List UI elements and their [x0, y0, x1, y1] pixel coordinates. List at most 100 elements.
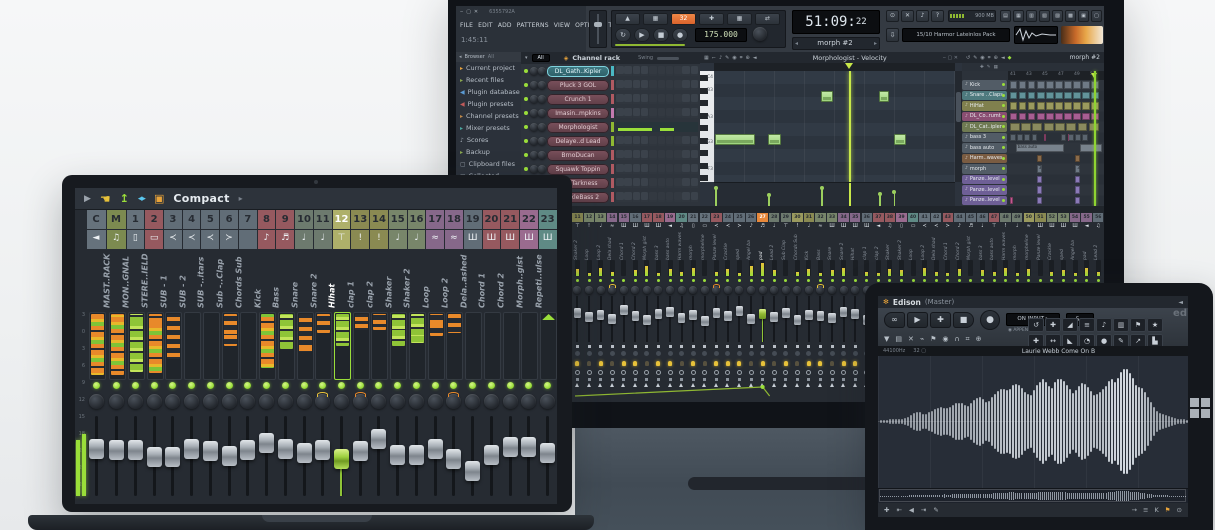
mixer-strip[interactable]: 20 Ш Chord 1	[478, 188, 501, 504]
enable-led[interactable]	[92, 382, 100, 389]
pattern-clip[interactable]	[1018, 102, 1027, 110]
fx-lamp[interactable]	[795, 361, 800, 366]
browser-item[interactable]: ◀ Plugin presets	[456, 98, 525, 110]
pattern-clip[interactable]	[1077, 123, 1088, 131]
step-cell[interactable]	[632, 66, 641, 76]
pattern-clip[interactable]	[1027, 81, 1036, 89]
strip-led[interactable]	[772, 279, 776, 282]
track-lane[interactable]	[1008, 153, 1104, 163]
rack-filter[interactable]: All	[531, 54, 550, 62]
playlist-edit-icon[interactable]: ✚	[980, 65, 984, 70]
strip-led[interactable]	[934, 279, 938, 282]
strip-knob2[interactable]	[621, 351, 627, 356]
fx-lamp[interactable]	[725, 361, 730, 366]
step-cell[interactable]	[674, 80, 682, 90]
piano-roll-tool-icon[interactable]: ♪	[719, 55, 722, 61]
strip-knob2[interactable]	[598, 351, 604, 356]
strip-fader[interactable]	[816, 311, 825, 322]
black-key[interactable]	[700, 175, 708, 181]
volume-fader[interactable]	[333, 449, 349, 469]
track-header[interactable]: ♪ bass auto	[962, 143, 1007, 153]
track-led[interactable]	[1002, 177, 1005, 181]
strip-ring[interactable]	[852, 370, 858, 375]
channel-button[interactable]: Pluck 3 GOL	[547, 79, 609, 91]
pattern-clip[interactable]	[1055, 102, 1063, 110]
mixer-strip[interactable]: 35 Ш Hihat	[849, 206, 861, 402]
playlist-edit-icon[interactable]: ✎	[987, 65, 991, 70]
mixer-strip[interactable]: M ♫ MAST..RACK	[103, 188, 126, 504]
step-cell[interactable]	[682, 192, 690, 202]
browser-item[interactable]: ▢ Clipboard files	[456, 158, 525, 170]
pattern-clip[interactable]	[1036, 196, 1042, 204]
channel-color-chip[interactable]	[611, 178, 614, 188]
pan-knob[interactable]	[184, 394, 200, 409]
strip-knob2[interactable]	[679, 351, 685, 356]
strip-led[interactable]	[737, 279, 741, 282]
transport-nav-icon[interactable]: ◀	[909, 506, 914, 514]
pattern-clip[interactable]	[1073, 81, 1081, 89]
strip-led[interactable]	[1073, 279, 1077, 282]
strip-ring[interactable]	[598, 370, 604, 375]
route-arrow-icon[interactable]	[817, 383, 822, 387]
track-header[interactable]: ♪ DL_Co..rumt	[962, 111, 1007, 121]
fx-lamp[interactable]	[714, 361, 719, 366]
step-cell[interactable]	[690, 164, 699, 174]
channel-color-chip[interactable]	[611, 192, 614, 202]
strip-led[interactable]	[703, 279, 707, 282]
strip-fader[interactable]	[851, 308, 859, 319]
step-cell[interactable]	[649, 94, 657, 104]
strip-led[interactable]	[1004, 279, 1008, 282]
route-arrow-icon[interactable]	[829, 383, 834, 387]
step-cell[interactable]	[674, 164, 682, 174]
route-arrow-icon[interactable]	[690, 383, 695, 387]
pattern-clip[interactable]	[1075, 175, 1080, 183]
strip-ring[interactable]	[574, 370, 580, 375]
strip-fader[interactable]	[735, 306, 744, 317]
fx-button[interactable]: ≡	[1079, 318, 1095, 332]
channel-mute-led[interactable]	[524, 125, 528, 129]
channel-pan-knob[interactable]	[530, 137, 538, 145]
strip-fader[interactable]	[620, 305, 628, 316]
channel-volume-knob[interactable]	[538, 165, 546, 173]
strip-number-cell[interactable]: 32	[815, 213, 826, 222]
strip-knob[interactable]	[666, 286, 675, 294]
browser-item[interactable]: ▸ Mixer presets	[456, 122, 525, 134]
step-cell[interactable]	[632, 136, 641, 146]
pattern-clip[interactable]	[1009, 196, 1013, 204]
strip-ring[interactable]	[679, 370, 685, 375]
mixer-strip[interactable]: 18 ≈ Loop 2	[440, 188, 464, 504]
velocity-cap[interactable]	[892, 189, 897, 194]
step-cell[interactable]	[616, 80, 624, 90]
pattern-clip[interactable]	[1082, 102, 1090, 110]
strip-knob[interactable]	[654, 286, 663, 294]
enable-led[interactable]	[112, 382, 120, 389]
step-cell[interactable]	[616, 150, 624, 160]
pan-knob[interactable]	[202, 394, 218, 409]
panel-toggle-button[interactable]: ▤	[1000, 10, 1011, 22]
velocity-bar[interactable]	[893, 191, 896, 207]
pattern-clip[interactable]	[1009, 133, 1016, 141]
pattern-clip[interactable]: bass auto	[1015, 144, 1064, 152]
route-arrow-icon[interactable]	[725, 383, 730, 387]
strip-knob[interactable]	[700, 286, 709, 294]
mixer-strip[interactable]: 33 Ш Snare	[826, 206, 838, 402]
bottom-tool-icon[interactable]: K	[1154, 506, 1158, 514]
pattern-clip[interactable]	[1036, 102, 1045, 110]
strip-fader[interactable]	[747, 314, 755, 324]
channel-button[interactable]: Crunch 1	[547, 93, 609, 105]
pattern-clip[interactable]	[1036, 175, 1042, 183]
channel-pan-knob[interactable]	[530, 67, 538, 75]
step-cell[interactable]	[624, 192, 632, 202]
volume-fader[interactable]	[371, 429, 387, 450]
pattern-clip[interactable]	[1075, 196, 1080, 204]
volume-fader[interactable]	[184, 438, 200, 459]
stop-button[interactable]: ■	[953, 312, 974, 328]
step-cell[interactable]	[616, 178, 624, 188]
pattern-clip[interactable]	[1055, 81, 1063, 89]
enable-led[interactable]	[319, 382, 327, 389]
strip-led[interactable]	[1061, 279, 1065, 282]
mixer-strip[interactable]: 3 ≺ SUB - 1	[159, 188, 183, 504]
step-cell[interactable]	[682, 108, 690, 118]
step-cell[interactable]	[624, 108, 632, 118]
mixer-strip[interactable]: 22 Ш Morph..gist	[515, 188, 539, 504]
